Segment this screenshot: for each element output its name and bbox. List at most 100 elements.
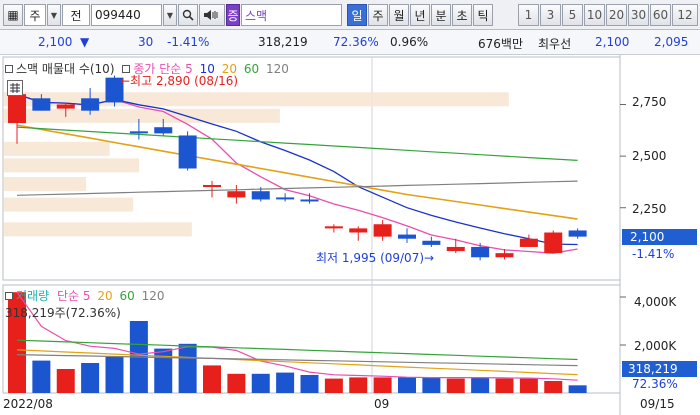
- market-select[interactable]: 주: [24, 4, 46, 26]
- market-dropdown-button[interactable]: ▼: [47, 4, 61, 26]
- candle-body: [251, 191, 270, 200]
- volume-bar: [471, 377, 490, 393]
- search-mode-select[interactable]: 전: [62, 4, 90, 26]
- interval-button-30[interactable]: 30: [628, 4, 649, 26]
- price-tick-2750: 2,750: [632, 95, 667, 109]
- volume-sma-5: 5: [82, 289, 91, 303]
- volume-sma-120: 120: [141, 289, 165, 303]
- price-change-pct: -1.41%: [167, 35, 210, 49]
- volume-bar: [349, 377, 368, 393]
- volume-sma-20: 20: [97, 289, 113, 303]
- candle-body: [81, 98, 100, 111]
- interval-button-12[interactable]: 12: [672, 4, 698, 26]
- stock-code-value: 099440: [95, 8, 141, 22]
- code-dropdown-button[interactable]: ▼: [163, 4, 177, 26]
- search-button[interactable]: [178, 4, 198, 26]
- volume-tick-2000k: 2,000K: [634, 339, 677, 353]
- period-tab-4[interactable]: 분: [431, 4, 451, 26]
- current-change-tag: -1.41%: [632, 247, 675, 261]
- volume-profile-bar: [4, 222, 192, 237]
- candle-body: [349, 228, 368, 233]
- volume-bar: [203, 365, 221, 393]
- stock-name-field[interactable]: 스맥: [241, 4, 342, 26]
- market-grid-icon[interactable]: ▦: [3, 4, 23, 26]
- volume-bar: [446, 378, 465, 393]
- interval-button-5[interactable]: 5: [562, 4, 583, 26]
- period-tab-1[interactable]: 주: [368, 4, 388, 26]
- chevron-down-icon: ▼: [50, 10, 58, 20]
- legend-sma-120: 120: [265, 62, 289, 76]
- volume-value-label: 318,219주(72.36%): [5, 306, 121, 320]
- interval-button-20[interactable]: 20: [606, 4, 627, 26]
- volume-profile-bar: [4, 176, 87, 191]
- volume-bar: [56, 369, 75, 393]
- candlestick-chart[interactable]: [0, 55, 700, 415]
- volume-bar: [178, 343, 197, 393]
- toolbar: ▦ 주 ▼ 전 099440 ▼ 증 스맥 일주월년분초틱 1 3 5 10 20 30 6…: [0, 0, 700, 30]
- stock-tag-badge: 증: [226, 4, 240, 26]
- turnover-rate: 0.96%: [390, 35, 429, 49]
- volume-bar: [276, 372, 295, 393]
- speaker-button[interactable]: [199, 4, 225, 26]
- interval-button-3[interactable]: 3: [540, 4, 561, 26]
- best-bid: 2,100: [595, 35, 630, 49]
- stock-tag-label: 증: [227, 8, 239, 23]
- down-arrow-icon: ▼: [80, 35, 90, 49]
- volume-bar: [422, 377, 441, 393]
- volume-bar: [568, 385, 587, 393]
- search-mode-label: 전: [70, 8, 82, 23]
- period-tab-6[interactable]: 틱: [473, 4, 493, 26]
- low-annotation: 최저 1,995 (09/07)→: [316, 251, 435, 265]
- volume-sma-label: 단순: [56, 289, 80, 303]
- current-price-tag: 2,100: [622, 229, 697, 245]
- interval-button-10[interactable]: 10: [584, 4, 605, 26]
- period-tab-3[interactable]: 년: [410, 4, 430, 26]
- trade-amount: 676백만: [478, 37, 523, 51]
- volume-bar: [227, 373, 246, 393]
- period-tab-0[interactable]: 일: [347, 4, 367, 26]
- stock-code-input[interactable]: 099440: [91, 4, 162, 26]
- candle-body: [568, 230, 587, 237]
- price-tick-2500: 2,500: [632, 149, 667, 163]
- candle-body: [495, 253, 514, 258]
- candle-body: [203, 185, 221, 188]
- current-price: 2,100: [38, 35, 73, 49]
- chevron-down-icon: ▼: [166, 10, 174, 20]
- volume-bar: [519, 378, 538, 393]
- chart-area[interactable]: 스맥 매물대 수(10) 종가 단순 5 10 20 60 120 거래량 단순…: [0, 55, 700, 415]
- date-label-09: 09: [374, 397, 390, 411]
- legend-box-icon: [5, 65, 13, 73]
- candle-body: [154, 127, 173, 134]
- grid-icon: [10, 83, 20, 93]
- volume-tick-4000k: 4,000K: [634, 295, 677, 309]
- period-tab-2[interactable]: 월: [389, 4, 409, 26]
- candle-body: [446, 246, 465, 252]
- interval-button-60[interactable]: 60: [650, 4, 671, 26]
- volume-bar: [154, 348, 173, 393]
- volume-bar: [32, 360, 51, 393]
- candle-body: [544, 232, 563, 254]
- price-change: 30: [138, 35, 154, 49]
- candle-body: [8, 94, 26, 124]
- volume-bar: [495, 378, 514, 393]
- candle-body: [471, 246, 490, 258]
- legend-box-icon: [5, 292, 13, 300]
- candle-body: [227, 191, 246, 198]
- candle-body: [373, 224, 392, 237]
- candle-body: [300, 199, 319, 202]
- speaker-icon: [204, 10, 218, 20]
- stock-chart-window: ▦ 주 ▼ 전 099440 ▼ 증 스맥 일주월년분초틱 1 3 5 10 20 30 6…: [0, 0, 700, 415]
- period-tab-5[interactable]: 초: [452, 4, 472, 26]
- volume-bar: [373, 377, 392, 393]
- candle-body: [422, 240, 441, 245]
- volume-bar: [105, 357, 124, 393]
- search-icon: [182, 9, 194, 21]
- high-annotation: ←최고 2,890 (08/16): [120, 74, 239, 88]
- candle-body: [32, 98, 51, 111]
- volume-profile-bar: [4, 158, 140, 173]
- stock-name-value: 스맥: [245, 8, 268, 23]
- volume-bar: [544, 381, 563, 393]
- volume-profile-bar: [4, 197, 134, 212]
- interval-button-1[interactable]: 1: [518, 4, 539, 26]
- chart-menu-icon[interactable]: [7, 80, 23, 96]
